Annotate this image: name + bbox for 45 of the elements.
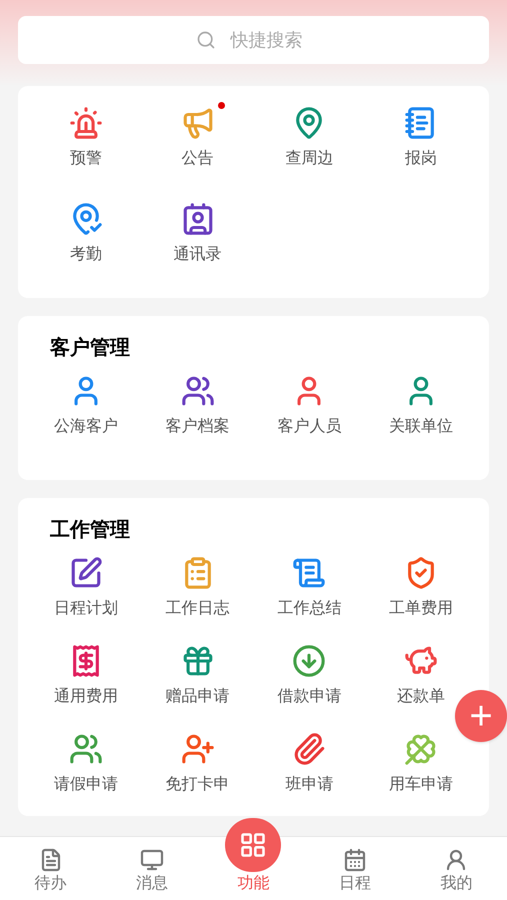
feature-item[interactable]: 免打卡申 [166, 722, 230, 810]
tab[interactable]: 消息 [101, 836, 203, 900]
calendar-icon [342, 848, 367, 872]
feature-item[interactable]: 请假申请 [54, 722, 118, 810]
feature-item[interactable]: 客户档案 [166, 364, 230, 460]
scroll-icon [292, 556, 326, 590]
tab[interactable]: 待办 [0, 836, 102, 900]
section-title: 工作管理 [49, 518, 131, 543]
feature-item[interactable]: 通用费用 [54, 634, 118, 722]
people-icon [180, 374, 215, 408]
tab[interactable]: 我的 [406, 836, 507, 900]
pen-note-icon [68, 556, 103, 590]
feature-item[interactable]: 班申请 [285, 722, 334, 810]
feature-item[interactable]: 日程计划 [54, 546, 118, 634]
feature-item[interactable]: 还款单 [397, 634, 446, 722]
megaphone-icon [180, 106, 215, 140]
clover-icon [404, 732, 438, 766]
contact-card-icon [180, 202, 215, 236]
feature-item[interactable]: 通讯录 [174, 192, 222, 288]
feature-item[interactable]: 客户人员 [277, 364, 342, 460]
feature-item[interactable]: 赠品申请 [166, 634, 230, 722]
feature-item[interactable]: 公海客户 [54, 364, 118, 460]
feature-item[interactable]: 用车申请 [389, 722, 454, 810]
siren-icon [68, 106, 103, 140]
tab[interactable]: 功能 [202, 818, 304, 900]
feature-item[interactable]: 工作总结 [277, 546, 342, 634]
feature-item[interactable]: 工作日志 [166, 546, 230, 634]
feature-item[interactable]: 关联单位 [389, 364, 454, 460]
search-icon [196, 30, 216, 50]
feature-item[interactable]: 预警 [68, 96, 103, 192]
paperclip-icon [292, 732, 326, 766]
search-field[interactable]: 快捷搜索 [18, 16, 489, 64]
tab[interactable]: 日程 [304, 836, 406, 900]
feature-item[interactable]: 公告 [180, 96, 215, 192]
feature-item[interactable]: 查周边 [285, 96, 334, 192]
feature-item[interactable]: 工单费用 [389, 546, 454, 634]
section-title: 客户管理 [49, 336, 131, 361]
person-add-icon [180, 732, 215, 766]
feature-item[interactable]: 报岗 [404, 96, 438, 192]
feature-item[interactable]: 借款申请 [277, 634, 342, 722]
grid-icon [239, 831, 268, 859]
monitor-icon [140, 848, 164, 872]
gift-icon [180, 644, 215, 678]
feature-item[interactable]: 考勤 [68, 192, 103, 288]
people-icon [68, 732, 103, 766]
